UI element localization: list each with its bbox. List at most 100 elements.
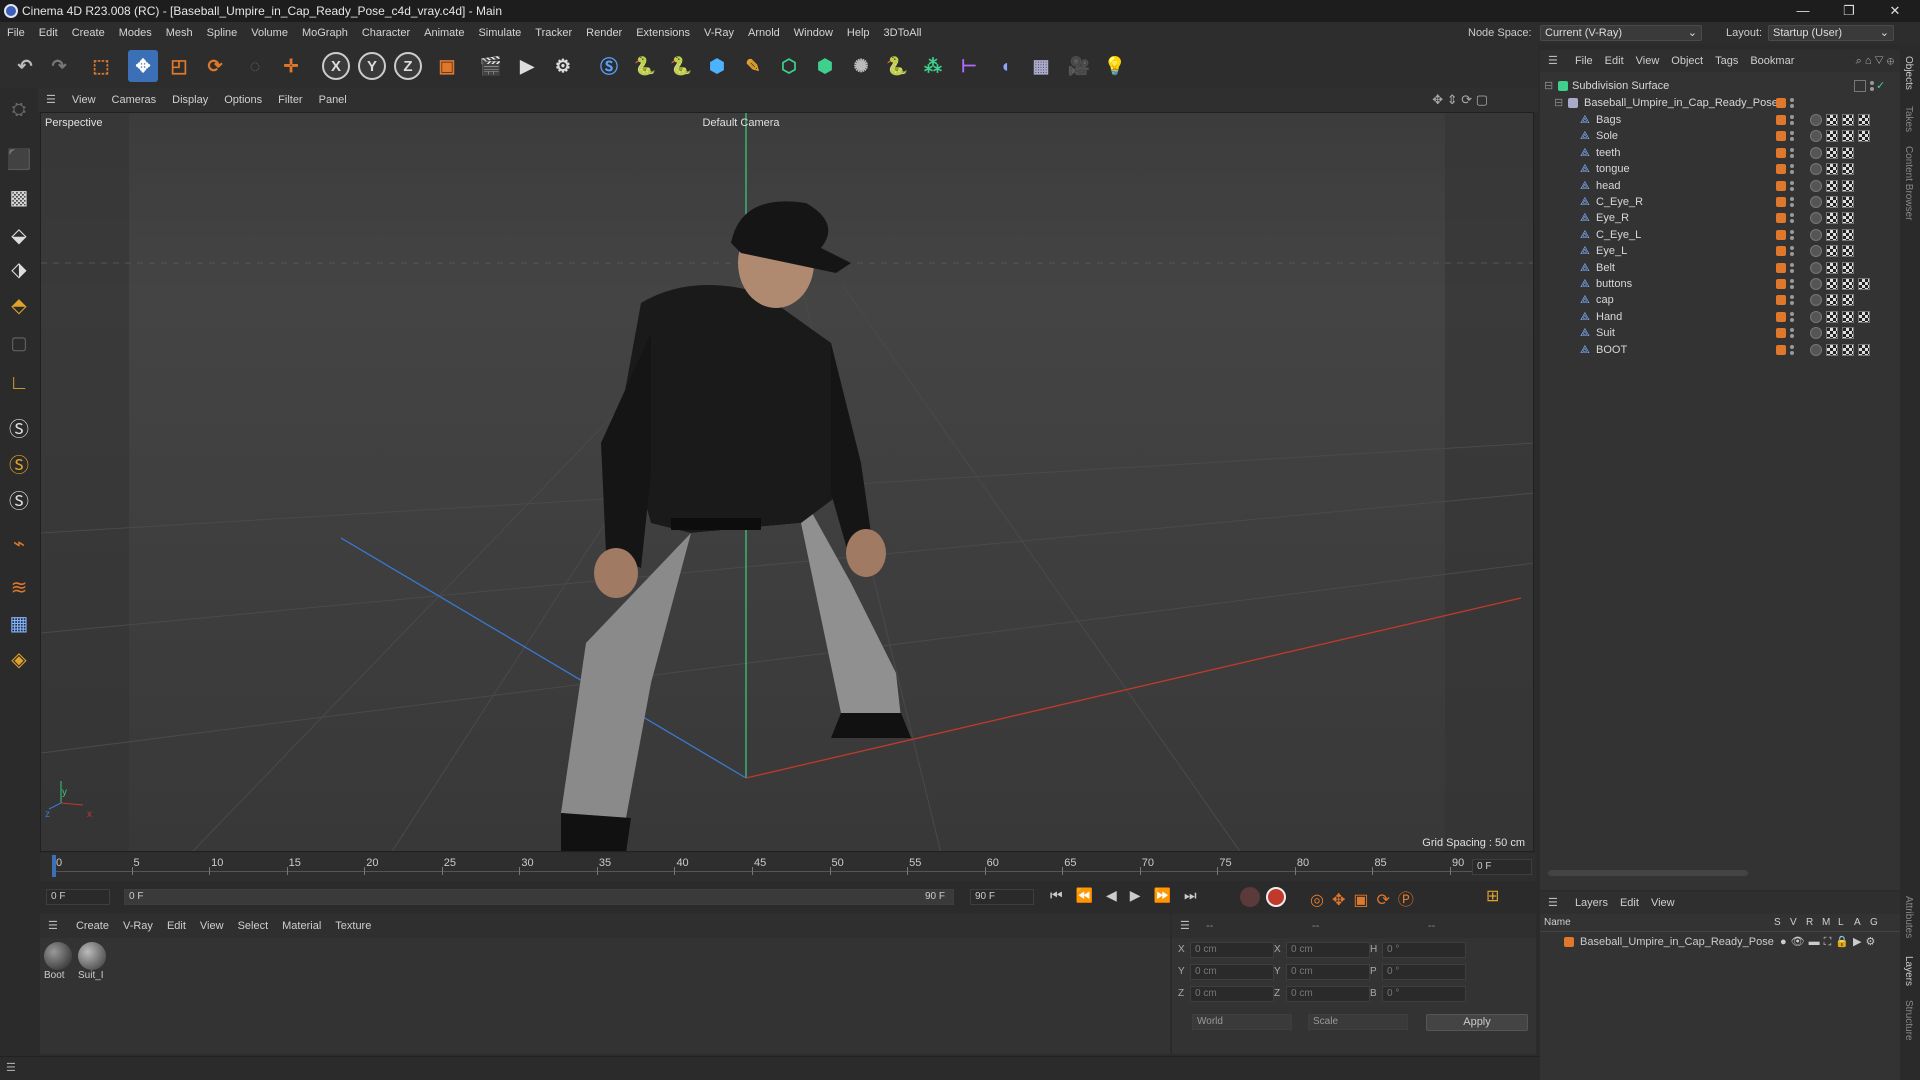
visibility-dots[interactable] [1790, 147, 1794, 158]
material-tag-icon[interactable] [1842, 228, 1854, 241]
texture-mode-icon[interactable]: ▩ [4, 182, 34, 212]
timeline-ruler[interactable]: 0 5 10 15 20 25 30 35 40 45 50 55 60 65 70 75 80 85 90 0 F [40, 853, 1536, 881]
coord-value-field[interactable]: 0 ° [1382, 986, 1466, 1002]
material-tag-icon[interactable] [1842, 343, 1854, 356]
phong-tag-icon[interactable] [1810, 343, 1822, 356]
material-tag-icon[interactable] [1842, 278, 1854, 290]
material-tag-icon[interactable] [1858, 310, 1870, 323]
menu-edit[interactable]: Edit [32, 22, 65, 44]
layer-color-swatch[interactable] [1776, 147, 1786, 158]
material-tag-icon[interactable] [1826, 114, 1838, 126]
material-tag-icon[interactable] [1826, 327, 1838, 340]
layer-color-swatch[interactable] [1776, 295, 1786, 306]
menu-mesh[interactable]: Mesh [159, 22, 200, 44]
material-tag-icon[interactable] [1826, 310, 1838, 323]
material-menu-vray[interactable]: V-Ray [116, 920, 160, 932]
horizontal-scrollbar[interactable] [1548, 870, 1748, 876]
current-frame-field[interactable]: 0 F [1472, 859, 1532, 875]
model-mode-icon[interactable]: ⬛ [4, 144, 34, 174]
recent-tool-icon[interactable]: ◌ [240, 50, 270, 82]
layer-color-swatch[interactable] [1564, 937, 1574, 947]
hamburger-icon[interactable]: ☰ [40, 920, 66, 932]
light-icon[interactable]: 💡 [1100, 50, 1130, 82]
visibility-dots[interactable] [1790, 246, 1794, 257]
side-tab-layers[interactable]: Layers [1903, 956, 1914, 986]
side-tab-takes[interactable]: Takes [1903, 106, 1914, 132]
subdivision-surface-icon[interactable]: ⬡ [774, 50, 804, 82]
snap-settings-icon[interactable]: Ⓢ [4, 448, 34, 478]
phong-tag-icon[interactable] [1810, 179, 1822, 192]
coord-value-field[interactable]: 0 cm [1286, 986, 1370, 1002]
z-axis-lock-icon[interactable]: Z [394, 52, 422, 80]
menu-render[interactable]: Render [579, 22, 629, 44]
menu-spline[interactable]: Spline [200, 22, 245, 44]
viewport-menu-panel[interactable]: Panel [311, 88, 355, 112]
python-script-2-icon[interactable]: 🐍 [666, 50, 696, 82]
phong-tag-icon[interactable] [1810, 228, 1822, 241]
material-tag-icon[interactable] [1858, 343, 1870, 356]
hamburger-icon[interactable]: ☰ [6, 1061, 16, 1074]
coord-value-field[interactable]: 0 cm [1286, 942, 1370, 958]
layer-row[interactable]: Baseball_Umpire_in_Cap_Ready_Pose ●👁▬⛶🔒▶… [1540, 932, 1900, 952]
coord-mode-dropdown[interactable]: World [1192, 1014, 1292, 1030]
camera-label[interactable]: Default Camera [702, 117, 779, 129]
phong-tag-icon[interactable] [1810, 327, 1822, 340]
apply-button[interactable]: Apply [1426, 1014, 1528, 1031]
layer-color-swatch[interactable] [1776, 311, 1786, 322]
x-axis-lock-icon[interactable]: X [322, 52, 350, 80]
material-tag-icon[interactable] [1842, 130, 1854, 143]
y-axis-lock-icon[interactable]: Y [358, 52, 386, 80]
material-tag-icon[interactable] [1826, 261, 1838, 274]
redo-icon[interactable]: ↷ [44, 50, 74, 82]
phong-tag-icon[interactable] [1810, 245, 1822, 258]
visibility-dots[interactable] [1790, 344, 1794, 355]
material-menu-view[interactable]: View [193, 920, 231, 932]
camera-icon[interactable]: 🎥 [1064, 50, 1094, 82]
layer-color-swatch[interactable] [1776, 344, 1786, 355]
layer-color-swatch[interactable] [1776, 213, 1786, 224]
transform-tool-icon[interactable]: ✛ [276, 50, 306, 82]
live-selection-icon[interactable]: ⬚ [86, 50, 116, 82]
side-tab-attributes[interactable]: Attributes [1903, 896, 1914, 938]
layer-color-swatch[interactable] [1776, 262, 1786, 273]
points-mode-icon[interactable]: ⬙ [4, 220, 34, 250]
3d-viewport[interactable]: Perspective Default Camera Grid Spacing … [40, 112, 1534, 852]
menu-character[interactable]: Character [355, 22, 417, 44]
object-menu-file[interactable]: File [1569, 55, 1599, 67]
record-icon[interactable] [1240, 887, 1260, 907]
side-tab-content-browser[interactable]: Content Browser [1903, 146, 1914, 220]
workplane-icon[interactable]: ∟ [4, 368, 34, 398]
render-view-icon[interactable]: 🎬 [476, 50, 506, 82]
phong-tag-icon[interactable] [1810, 130, 1822, 143]
deformer-icon[interactable]: ⊢ [954, 50, 984, 82]
python-script-icon[interactable]: 🐍 [630, 50, 660, 82]
magnet-tool-icon[interactable]: ⌁ [4, 528, 34, 558]
visibility-dots[interactable] [1790, 328, 1794, 339]
layer-color-swatch[interactable] [1776, 229, 1786, 240]
visibility-dots[interactable] [1790, 262, 1794, 273]
hamburger-icon[interactable]: ☰ [1172, 920, 1198, 932]
maximize-button[interactable]: ❐ [1826, 0, 1872, 22]
material-tag-icon[interactable] [1858, 130, 1870, 143]
playhead[interactable] [52, 855, 56, 877]
menu-window[interactable]: Window [787, 22, 840, 44]
material-menu-material[interactable]: Material [275, 920, 328, 932]
viewport-menu-filter[interactable]: Filter [270, 88, 310, 112]
coord-value-field[interactable]: 0 ° [1382, 964, 1466, 980]
playback-controls[interactable]: ⏮⏪◀▶⏩⏭ [1050, 887, 1210, 904]
workplane-lock-icon[interactable]: ▦ [4, 608, 34, 638]
close-button[interactable]: ✕ [1872, 0, 1918, 22]
layer-color-swatch[interactable] [1776, 328, 1786, 339]
phong-tag-icon[interactable] [1810, 146, 1822, 159]
phong-tag-icon[interactable] [1810, 278, 1822, 290]
workplane-align-icon[interactable]: ◈ [4, 644, 34, 674]
object-menu-view[interactable]: View [1630, 55, 1666, 67]
autokey-icon[interactable] [1266, 887, 1286, 907]
menu-file[interactable]: File [0, 22, 32, 44]
side-tab-structure[interactable]: Structure [1903, 1000, 1914, 1041]
rotate-tool-icon[interactable]: ⟳ [200, 50, 230, 82]
hamburger-icon[interactable]: ☰ [1540, 55, 1566, 67]
visibility-dots[interactable] [1790, 295, 1794, 306]
material-swatch-boot[interactable]: Boot [44, 942, 74, 988]
menu-create[interactable]: Create [65, 22, 112, 44]
